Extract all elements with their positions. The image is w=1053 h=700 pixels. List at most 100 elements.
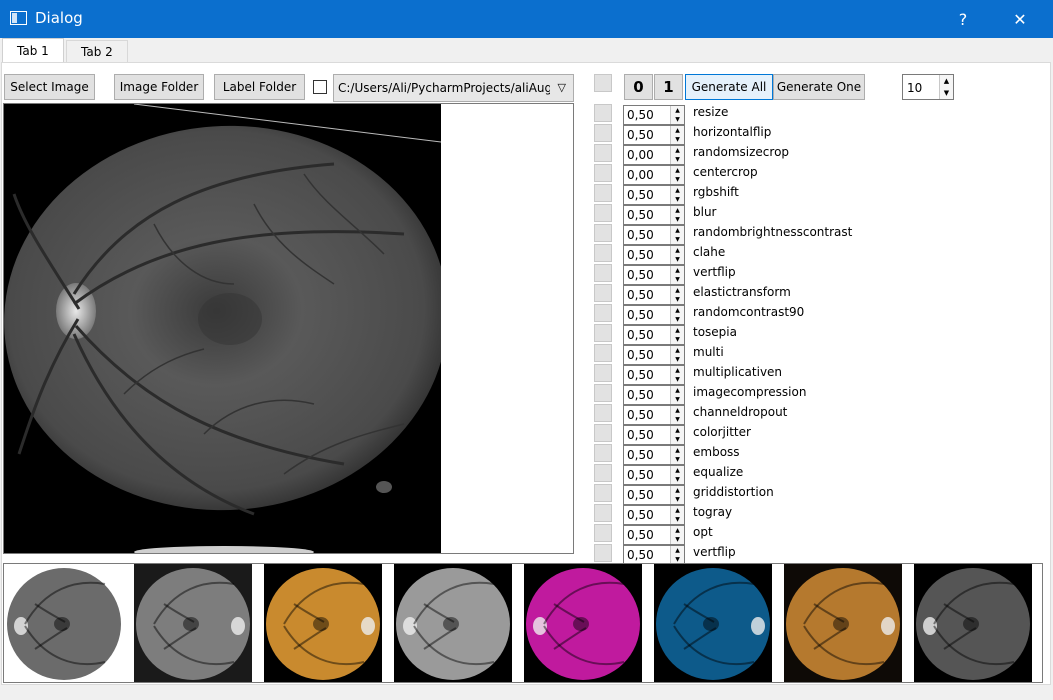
help-button[interactable]: ?: [940, 0, 986, 38]
augmentation-checkbox[interactable]: [594, 384, 612, 402]
augmentation-checkbox[interactable]: [594, 444, 612, 462]
augmentation-checkbox[interactable]: [594, 404, 612, 422]
arrow-down-icon[interactable]: ▼: [671, 215, 684, 224]
arrow-down-icon[interactable]: ▼: [671, 375, 684, 384]
probability-spinbox[interactable]: 0,50 ▲ ▼: [623, 265, 685, 285]
augmented-thumbnail[interactable]: [654, 564, 772, 682]
probability-spinbox[interactable]: 0,50 ▲ ▼: [623, 505, 685, 525]
label-folder-button[interactable]: Label Folder: [214, 74, 305, 100]
probability-spinbox[interactable]: 0,50 ▲ ▼: [623, 305, 685, 325]
zero-button[interactable]: 0: [624, 74, 653, 100]
arrow-up-icon[interactable]: ▲: [671, 226, 684, 235]
path-combobox[interactable]: C:/Users/Ali/PycharmProjects/aliAugr ▽: [333, 74, 574, 102]
spinner-arrows[interactable]: ▲ ▼: [670, 426, 684, 444]
augmentation-checkbox[interactable]: [594, 164, 612, 182]
arrow-down-icon[interactable]: ▼: [671, 195, 684, 204]
spinner-arrows[interactable]: ▲ ▼: [670, 526, 684, 544]
arrow-up-icon[interactable]: ▲: [671, 366, 684, 375]
spinner-arrows[interactable]: ▲ ▼: [670, 226, 684, 244]
spinner-arrows[interactable]: ▲ ▼: [670, 186, 684, 204]
augmentation-checkbox[interactable]: [594, 504, 612, 522]
probability-spinbox[interactable]: 0,50 ▲ ▼: [623, 345, 685, 365]
spinner-arrows[interactable]: ▲ ▼: [670, 166, 684, 184]
augmentation-checkbox[interactable]: [594, 224, 612, 242]
arrow-down-icon[interactable]: ▼: [671, 235, 684, 244]
arrow-down-icon[interactable]: ▼: [671, 435, 684, 444]
arrow-up-icon[interactable]: ▲: [671, 386, 684, 395]
arrow-down-icon[interactable]: ▼: [671, 335, 684, 344]
probability-spinbox[interactable]: 0,50 ▲ ▼: [623, 425, 685, 445]
arrow-down-icon[interactable]: ▼: [671, 155, 684, 164]
spinner-arrows[interactable]: ▲ ▼: [670, 246, 684, 264]
arrow-down-icon[interactable]: ▼: [671, 515, 684, 524]
augmentation-checkbox[interactable]: [594, 324, 612, 342]
arrow-up-icon[interactable]: ▲: [671, 266, 684, 275]
augmentation-checkbox[interactable]: [594, 144, 612, 162]
spinner-arrows[interactable]: ▲ ▼: [670, 546, 684, 564]
probability-spinbox[interactable]: 0,50 ▲ ▼: [623, 385, 685, 405]
probability-spinbox[interactable]: 0,00 ▲ ▼: [623, 165, 685, 185]
augmented-thumbnail[interactable]: [394, 564, 512, 682]
tab-2[interactable]: Tab 2: [66, 40, 128, 62]
augmented-thumbnail[interactable]: [914, 564, 1032, 682]
spinner-arrows[interactable]: ▲ ▼: [670, 106, 684, 124]
chevron-down-icon[interactable]: ▽: [558, 81, 566, 94]
augmentation-checkbox[interactable]: [594, 344, 612, 362]
arrow-down-icon[interactable]: ▼: [940, 87, 953, 99]
probability-spinbox[interactable]: 0,50 ▲ ▼: [623, 325, 685, 345]
arrow-up-icon[interactable]: ▲: [671, 426, 684, 435]
augmentation-checkbox[interactable]: [594, 284, 612, 302]
probability-spinbox[interactable]: 0,50 ▲ ▼: [623, 245, 685, 265]
augmented-thumbnail[interactable]: [524, 564, 642, 682]
spinner-arrows[interactable]: ▲ ▼: [670, 326, 684, 344]
arrow-down-icon[interactable]: ▼: [671, 455, 684, 464]
augmented-thumbnail[interactable]: [5, 564, 123, 682]
arrow-up-icon[interactable]: ▲: [671, 546, 684, 555]
spinner-arrows[interactable]: ▲ ▼: [939, 75, 953, 99]
probability-spinbox[interactable]: 0,50 ▲ ▼: [623, 465, 685, 485]
arrow-up-icon[interactable]: ▲: [671, 486, 684, 495]
augmentation-checkbox[interactable]: [594, 264, 612, 282]
spinner-arrows[interactable]: ▲ ▼: [670, 446, 684, 464]
arrow-down-icon[interactable]: ▼: [671, 475, 684, 484]
arrow-down-icon[interactable]: ▼: [671, 315, 684, 324]
probability-spinbox[interactable]: 0,50 ▲ ▼: [623, 525, 685, 545]
arrow-down-icon[interactable]: ▼: [671, 115, 684, 124]
spinner-arrows[interactable]: ▲ ▼: [670, 146, 684, 164]
arrow-up-icon[interactable]: ▲: [671, 186, 684, 195]
arrow-up-icon[interactable]: ▲: [671, 406, 684, 415]
spinner-arrows[interactable]: ▲ ▼: [670, 286, 684, 304]
arrow-up-icon[interactable]: ▲: [671, 286, 684, 295]
augmentation-checkbox[interactable]: [594, 524, 612, 542]
generate-one-button[interactable]: Generate One: [773, 74, 865, 100]
arrow-down-icon[interactable]: ▼: [671, 415, 684, 424]
tab-1[interactable]: Tab 1: [2, 38, 64, 63]
spinner-arrows[interactable]: ▲ ▼: [670, 206, 684, 224]
arrow-down-icon[interactable]: ▼: [671, 535, 684, 544]
arrow-up-icon[interactable]: ▲: [671, 466, 684, 475]
augmentation-checkbox[interactable]: [594, 424, 612, 442]
probability-spinbox[interactable]: 0,50 ▲ ▼: [623, 545, 685, 565]
augmentation-checkbox[interactable]: [594, 124, 612, 142]
spinner-arrows[interactable]: ▲ ▼: [670, 346, 684, 364]
probability-spinbox[interactable]: 0,50 ▲ ▼: [623, 405, 685, 425]
arrow-up-icon[interactable]: ▲: [671, 206, 684, 215]
arrow-up-icon[interactable]: ▲: [671, 526, 684, 535]
probability-spinbox[interactable]: 0,50 ▲ ▼: [623, 445, 685, 465]
augmentation-checkbox[interactable]: [594, 184, 612, 202]
augmentation-checkbox[interactable]: [594, 544, 612, 562]
arrow-up-icon[interactable]: ▲: [671, 506, 684, 515]
arrow-down-icon[interactable]: ▼: [671, 175, 684, 184]
augmentation-checkbox[interactable]: [594, 104, 612, 122]
augmentation-checkbox[interactable]: [594, 484, 612, 502]
arrow-down-icon[interactable]: ▼: [671, 495, 684, 504]
probability-spinbox[interactable]: 0,50 ▲ ▼: [623, 365, 685, 385]
spinner-arrows[interactable]: ▲ ▼: [670, 126, 684, 144]
augmentation-checkbox[interactable]: [594, 464, 612, 482]
probability-spinbox[interactable]: 0,50 ▲ ▼: [623, 485, 685, 505]
arrow-down-icon[interactable]: ▼: [671, 395, 684, 404]
arrow-down-icon[interactable]: ▼: [671, 255, 684, 264]
arrow-down-icon[interactable]: ▼: [671, 355, 684, 364]
spinner-arrows[interactable]: ▲ ▼: [670, 506, 684, 524]
probability-spinbox[interactable]: 0,50 ▲ ▼: [623, 285, 685, 305]
